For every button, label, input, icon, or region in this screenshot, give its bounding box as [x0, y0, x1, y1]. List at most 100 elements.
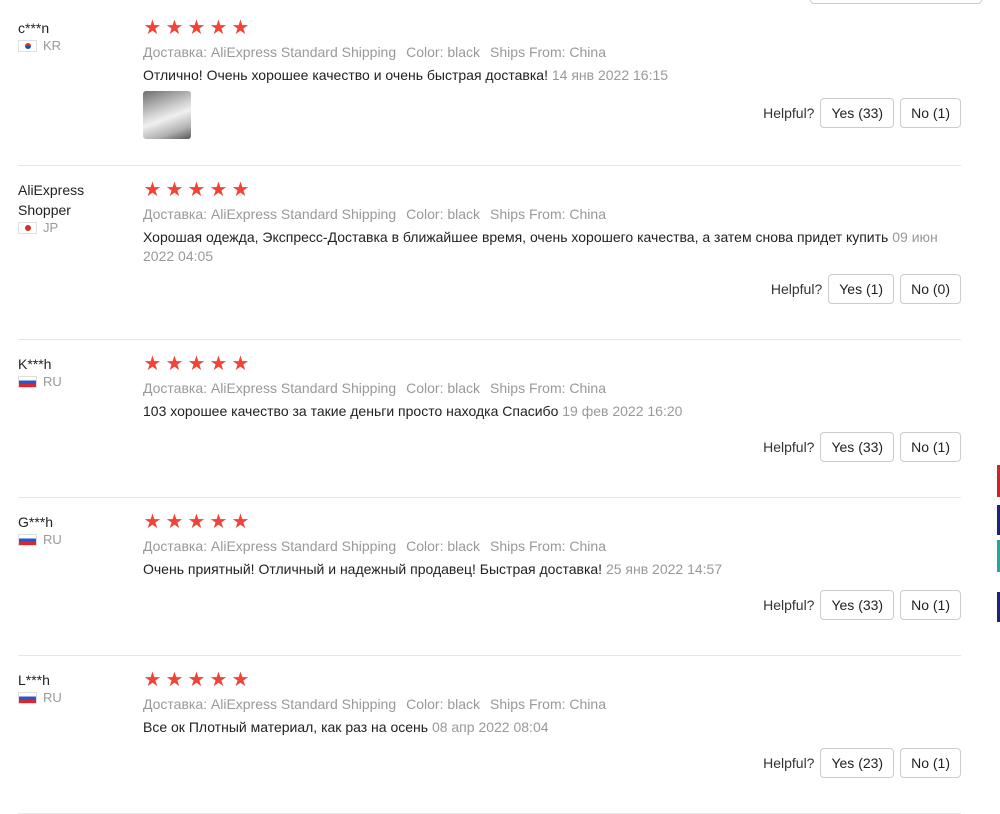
star-icon: ★: [143, 179, 162, 201]
star-icon: ★: [231, 353, 250, 375]
reviewer-name: c***n: [18, 20, 50, 36]
helpful-no-button[interactable]: No (1): [900, 748, 961, 778]
helpful-yes-button[interactable]: Yes (1): [828, 274, 895, 304]
delivery-method: Доставка: AliExpress Standard Shipping: [143, 538, 397, 554]
review-body: ★ ★ ★ ★ ★ Доставка: AliExpress Standard …: [143, 18, 961, 139]
star-icon: ★: [231, 669, 250, 691]
delivery-method: Доставка: AliExpress Standard Shipping: [143, 44, 397, 60]
color-attribute: Color: black: [406, 538, 481, 554]
ru-flag-icon: [18, 692, 37, 704]
reviewer-country: RU: [18, 532, 128, 548]
reviewer-info: AliExpress Shopper JP: [18, 180, 128, 236]
star-icon: ★: [187, 179, 206, 201]
star-icon: ★: [209, 669, 228, 691]
reviewer-name: K***h: [18, 356, 52, 372]
review-content: Отлично! Очень хорошее качество и очень …: [143, 67, 548, 83]
reviewer-name: L***h: [18, 672, 50, 688]
reviewer-country: KR: [18, 38, 128, 54]
sort-dropdown[interactable]: [810, 0, 982, 4]
review-content: Очень приятный! Отличный и надежный прод…: [143, 561, 603, 577]
order-attributes: Доставка: AliExpress Standard Shipping C…: [143, 378, 961, 398]
color-attribute: Color: black: [406, 696, 481, 712]
star-icon: ★: [143, 511, 162, 533]
review-item: AliExpress Shopper JP ★ ★ ★ ★ ★ Доставка…: [18, 180, 961, 340]
star-icon: ★: [187, 353, 206, 375]
star-rating: ★ ★ ★ ★ ★: [143, 670, 961, 690]
ships-from: Ships From: China: [490, 696, 606, 712]
review-date: 08 апр 2022 08:04: [431, 719, 549, 735]
helpful-label: Helpful?: [763, 755, 815, 771]
star-icon: ★: [187, 511, 206, 533]
ships-from: Ships From: China: [490, 538, 606, 554]
helpful-vote: Helpful? Yes (33) No (1): [763, 98, 961, 128]
star-icon: ★: [231, 179, 250, 201]
helpful-no-button[interactable]: No (1): [900, 432, 961, 462]
helpful-label: Helpful?: [763, 597, 815, 613]
helpful-label: Helpful?: [763, 105, 815, 121]
review-content: 103 хорошее качество за такие деньги про…: [143, 403, 559, 419]
reviewer-country: RU: [18, 374, 128, 390]
star-rating: ★ ★ ★ ★ ★: [143, 180, 961, 200]
review-text: Отлично! Очень хорошее качество и очень …: [143, 66, 953, 85]
review-date: 19 фев 2022 16:20: [562, 403, 683, 419]
reviewer-info: c***n KR: [18, 18, 128, 54]
star-icon: ★: [187, 669, 206, 691]
helpful-vote: Helpful? Yes (33) No (1): [763, 432, 961, 462]
reviewer-name: AliExpress Shopper: [18, 182, 85, 218]
helpful-no-button[interactable]: No (1): [900, 98, 961, 128]
kr-flag-icon: [18, 40, 37, 52]
reviewer-info: L***h RU: [18, 670, 128, 706]
helpful-vote: Helpful? Yes (23) No (1): [763, 748, 961, 778]
review-date: 14 янв 2022 16:15: [551, 67, 669, 83]
star-icon: ★: [143, 17, 162, 39]
helpful-yes-button[interactable]: Yes (33): [820, 98, 895, 128]
star-icon: ★: [165, 179, 184, 201]
order-attributes: Доставка: AliExpress Standard Shipping C…: [143, 694, 961, 714]
reviewer-country: RU: [18, 690, 128, 706]
star-icon: ★: [231, 511, 250, 533]
color-attribute: Color: black: [406, 380, 481, 396]
ships-from: Ships From: China: [490, 206, 606, 222]
star-rating: ★ ★ ★ ★ ★: [143, 18, 961, 38]
ru-flag-icon: [18, 534, 37, 546]
review-item: L***h RU ★ ★ ★ ★ ★ Доставка: AliExpress …: [18, 670, 961, 814]
helpful-no-button[interactable]: No (0): [900, 274, 961, 304]
review-item: G***h RU ★ ★ ★ ★ ★ Доставка: AliExpress …: [18, 512, 961, 656]
ships-from: Ships From: China: [490, 44, 606, 60]
star-icon: ★: [209, 17, 228, 39]
star-icon: ★: [209, 353, 228, 375]
helpful-vote: Helpful? Yes (1) No (0): [771, 274, 961, 304]
reviewer-info: G***h RU: [18, 512, 128, 548]
country-code: RU: [43, 374, 62, 389]
country-code: KR: [43, 38, 62, 53]
review-body: ★ ★ ★ ★ ★ Доставка: AliExpress Standard …: [143, 353, 961, 462]
review-text: 103 хорошее качество за такие деньги про…: [143, 402, 953, 421]
order-attributes: Доставка: AliExpress Standard Shipping C…: [143, 204, 961, 224]
reviewer-info: K***h RU: [18, 354, 128, 390]
review-text: Все ок Плотный материал, как раз на осен…: [143, 718, 953, 737]
review-item: c***n KR ★ ★ ★ ★ ★ Доставка: AliExpress …: [18, 18, 961, 166]
star-icon: ★: [143, 353, 162, 375]
review-body: ★ ★ ★ ★ ★ Доставка: AliExpress Standard …: [143, 670, 961, 778]
review-content: Все ок Плотный материал, как раз на осен…: [143, 719, 429, 735]
helpful-yes-button[interactable]: Yes (33): [820, 590, 895, 620]
review-photo-thumbnail[interactable]: [143, 91, 191, 139]
reviewer-country: JP: [18, 220, 128, 236]
jp-flag-icon: [18, 222, 37, 234]
helpful-label: Helpful?: [770, 281, 823, 297]
helpful-no-button[interactable]: No (1): [900, 590, 961, 620]
review-date: 25 янв 2022 14:57: [605, 561, 723, 577]
ru-flag-icon: [18, 376, 37, 388]
star-icon: ★: [165, 511, 184, 533]
review-item: K***h RU ★ ★ ★ ★ ★ Доставка: AliExpress …: [18, 354, 961, 498]
star-rating: ★ ★ ★ ★ ★: [143, 512, 961, 532]
helpful-yes-button[interactable]: Yes (23): [820, 748, 895, 778]
star-icon: ★: [165, 669, 184, 691]
review-body: ★ ★ ★ ★ ★ Доставка: AliExpress Standard …: [143, 512, 961, 620]
review-text: Хорошая одежда, Экспресс-Доставка в ближ…: [143, 228, 953, 266]
star-icon: ★: [165, 353, 184, 375]
delivery-method: Доставка: AliExpress Standard Shipping: [143, 380, 397, 396]
country-code: RU: [43, 532, 62, 547]
helpful-yes-button[interactable]: Yes (33): [820, 432, 895, 462]
star-icon: ★: [231, 17, 250, 39]
